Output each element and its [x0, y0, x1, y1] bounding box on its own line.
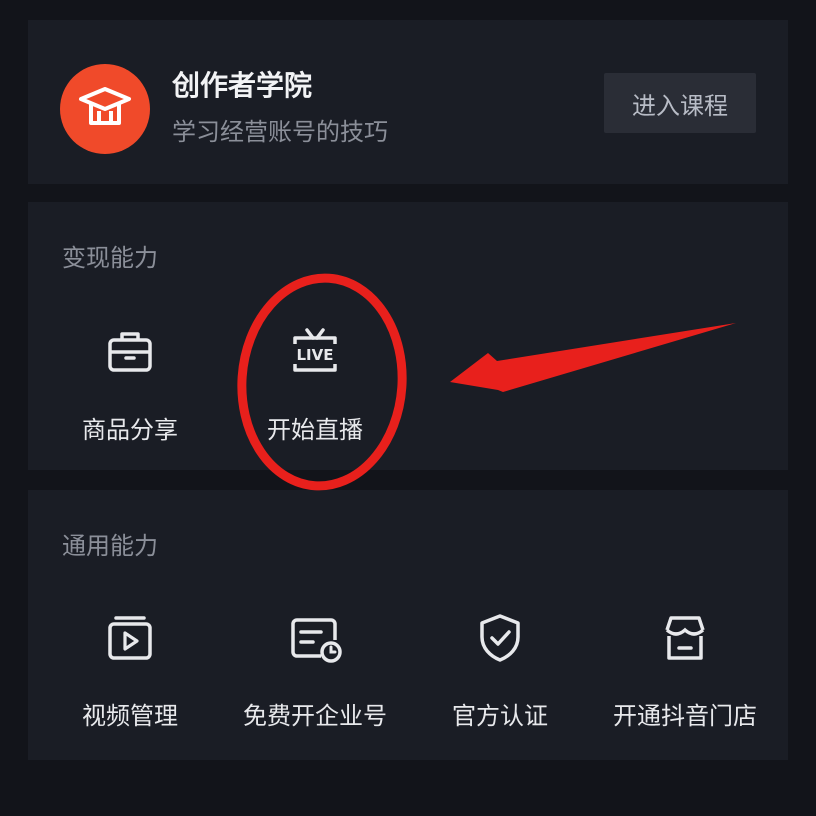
- briefcase-icon: [100, 322, 160, 382]
- monetization-section: 变现能力 商品分享 LIVE 开始直播: [28, 202, 788, 470]
- enterprise-card-icon: [285, 608, 345, 668]
- live-tv-icon: LIVE: [285, 322, 345, 382]
- storefront-icon: [655, 608, 715, 668]
- douyin-store-item[interactable]: 开通抖音门店: [590, 608, 780, 731]
- live-icon-text: LIVE: [297, 346, 334, 364]
- enter-course-button[interactable]: 进入课程: [604, 73, 756, 133]
- academy-title: 创作者学院: [172, 69, 313, 102]
- general-title: 通用能力: [62, 532, 158, 560]
- product-share-label: 商品分享: [82, 416, 178, 444]
- product-share-item[interactable]: 商品分享: [35, 322, 225, 445]
- academy-subtitle: 学习经营账号的技巧: [172, 118, 388, 146]
- video-management-label: 视频管理: [82, 702, 178, 730]
- graduation-cap-icon: [79, 87, 131, 125]
- academy-logo: [60, 64, 150, 154]
- douyin-store-label: 开通抖音门店: [613, 702, 757, 730]
- video-management-item[interactable]: 视频管理: [35, 608, 225, 731]
- start-live-item[interactable]: LIVE 开始直播: [220, 322, 410, 445]
- official-verification-label: 官方认证: [452, 702, 548, 730]
- enterprise-account-item[interactable]: 免费开企业号: [220, 608, 410, 731]
- general-section: 通用能力 视频管理 免费开企业号 官方认证 开通抖音门店: [28, 490, 788, 760]
- enterprise-account-label: 免费开企业号: [243, 702, 387, 730]
- monetization-title: 变现能力: [62, 244, 158, 272]
- video-folder-icon: [100, 608, 160, 668]
- official-verification-item[interactable]: 官方认证: [405, 608, 595, 731]
- shield-check-icon: [470, 608, 530, 668]
- start-live-label: 开始直播: [267, 416, 363, 444]
- creator-academy-card[interactable]: 创作者学院 学习经营账号的技巧 进入课程: [28, 20, 788, 184]
